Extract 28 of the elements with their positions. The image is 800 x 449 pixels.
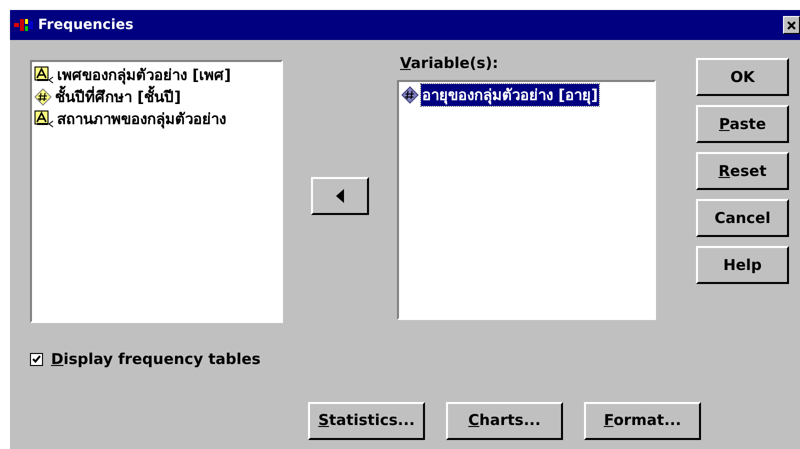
selected-variable-list[interactable]: อายุของกลุ่มตัวอย่าง [อายุ] xyxy=(397,80,656,320)
dialog-button[interactable]: Charts... xyxy=(446,402,563,440)
variable-item[interactable]: อายุของกลุ่มตัวอย่าง [อายุ] xyxy=(421,84,599,106)
close-button[interactable] xyxy=(783,16,800,34)
dialog-button[interactable]: Reset xyxy=(696,152,789,190)
close-icon xyxy=(787,20,796,30)
move-variable-button[interactable] xyxy=(311,177,369,215)
ruler-a-icon xyxy=(34,66,54,84)
checkbox-label[interactable]: Display frequency tables xyxy=(51,348,261,370)
left-arrow-icon xyxy=(336,189,344,203)
window-title: Frequencies xyxy=(38,16,134,34)
dialog-button[interactable]: Cancel xyxy=(696,199,789,237)
variable-item[interactable]: ชั้นปีที่ศึกษา [ชั้นปี] xyxy=(54,86,182,108)
variable-item[interactable]: เพศของกลุ่มตัวอย่าง [เพศ] xyxy=(56,64,232,86)
variable-item[interactable]: สถานภาพของกลุ่มตัวอย่าง xyxy=(56,108,227,130)
hash-diamond-icon xyxy=(34,88,52,106)
ruler-a-icon xyxy=(34,110,54,128)
check-icon xyxy=(32,355,41,364)
hash-diamond-icon xyxy=(401,86,419,104)
dialog-button[interactable]: Help xyxy=(696,246,789,284)
checkbox[interactable] xyxy=(30,352,43,366)
dialog-button[interactable]: Statistics... xyxy=(308,402,425,440)
dialog-button[interactable]: Paste xyxy=(696,105,789,143)
dialog-button[interactable]: Format... xyxy=(584,402,701,440)
app-icon xyxy=(14,17,34,33)
variables-label: Variable(s): xyxy=(399,53,498,74)
source-variable-list[interactable]: เพศของกลุ่มตัวอย่าง [เพศ] ชั้นปีที่ศึกษา [ชั้นปี] สถานภาพของกลุ่มตัวอย่าง xyxy=(30,60,283,323)
dialog-button[interactable]: OK xyxy=(696,58,789,96)
